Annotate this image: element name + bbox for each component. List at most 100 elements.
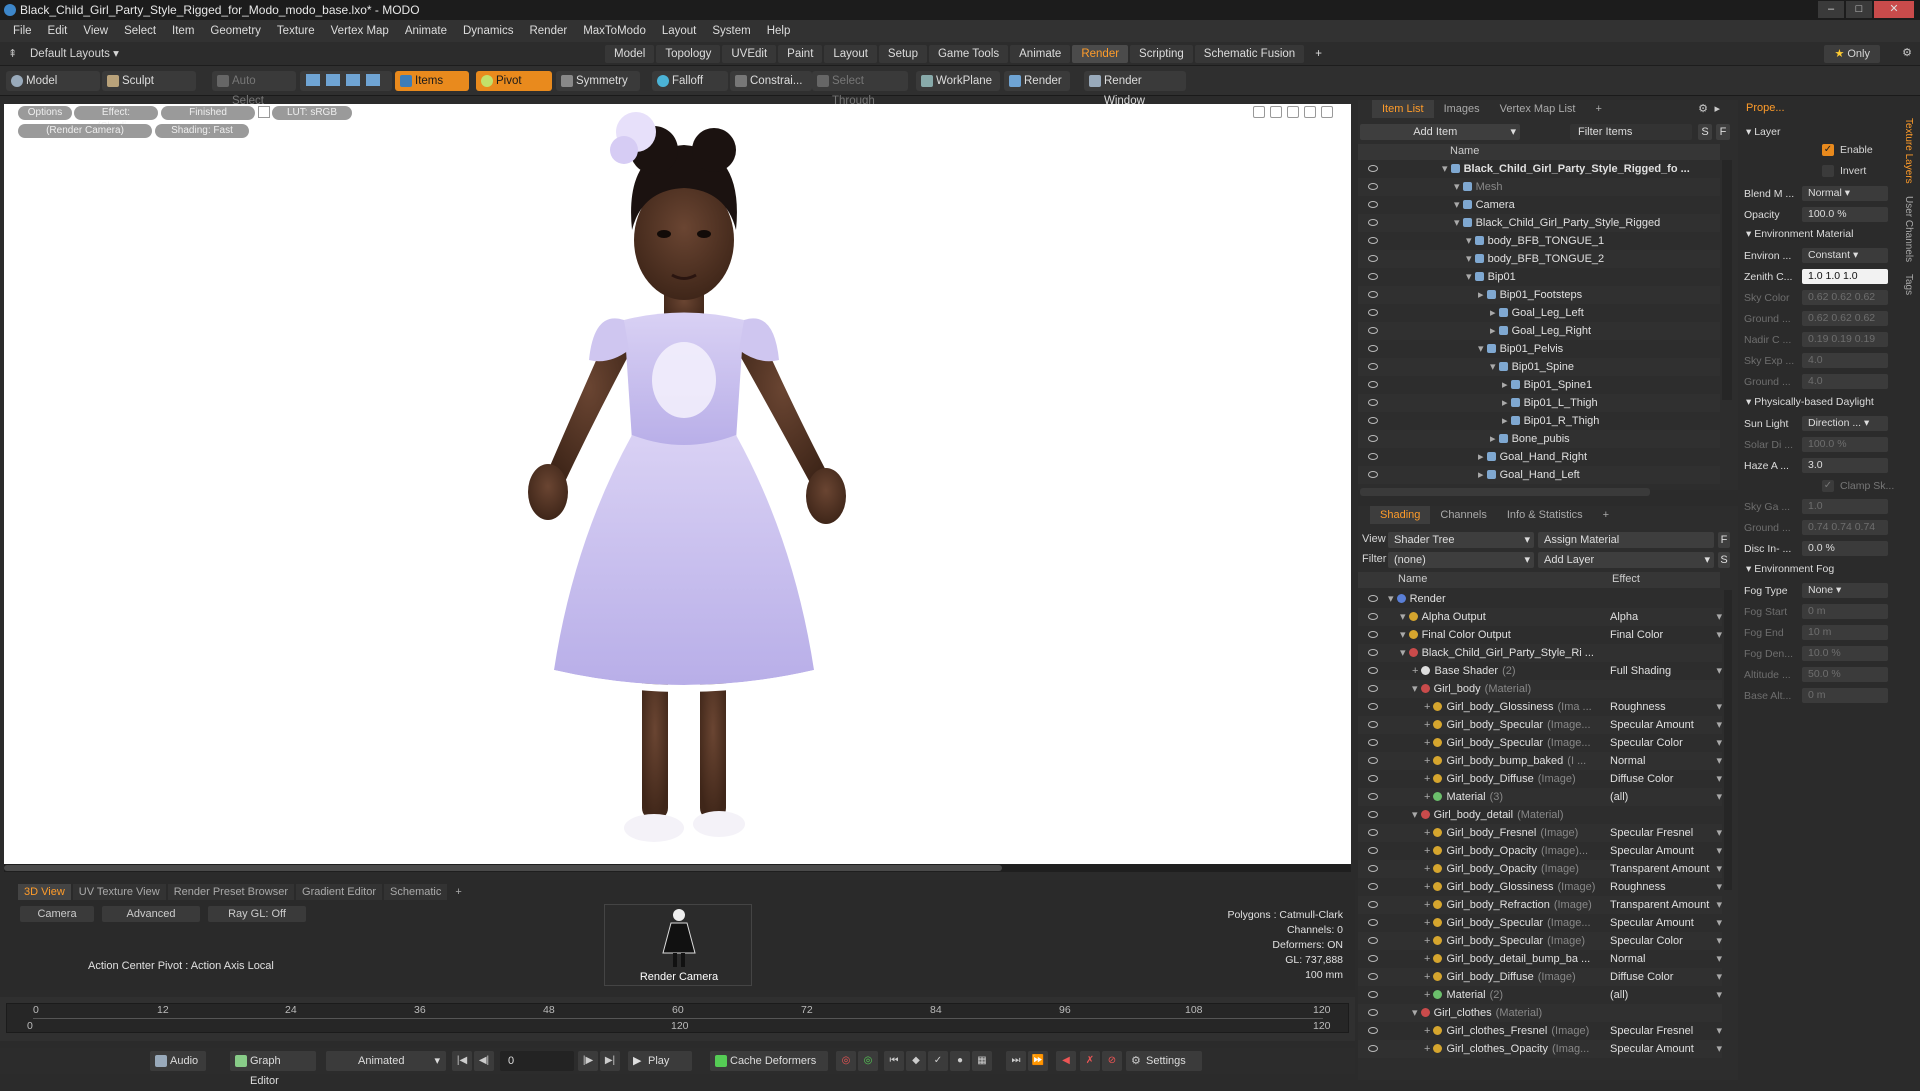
expand-arrow-icon[interactable]: + [1424, 971, 1433, 983]
model-mode-button[interactable]: Model [6, 71, 100, 91]
expand-arrow-icon[interactable]: ▸ [1490, 307, 1499, 319]
ray-gl-button[interactable]: Ray GL: Off [208, 906, 306, 922]
visibility-eye-icon[interactable] [1368, 775, 1378, 782]
edges-mode-icon[interactable] [326, 74, 340, 86]
visibility-eye-icon[interactable] [1368, 937, 1378, 944]
item-tree-row[interactable]: ▾ body_BFB_TONGUE_1 [1358, 232, 1720, 250]
viewport-scrollbar[interactable] [4, 864, 1351, 872]
visibility-eye-icon[interactable] [1368, 219, 1378, 226]
key-prev-icon[interactable]: ⏮ [884, 1051, 904, 1071]
expand-arrow-icon[interactable]: ▾ [1490, 361, 1499, 373]
visibility-eye-icon[interactable] [1368, 345, 1378, 352]
key-icon[interactable]: ◆ [906, 1051, 926, 1071]
visibility-eye-icon[interactable] [1368, 237, 1378, 244]
visibility-eye-icon[interactable] [1368, 595, 1378, 602]
shader-tree-row[interactable]: ▾ Render [1358, 590, 1722, 608]
expand-arrow-icon[interactable]: ▸ [1502, 379, 1511, 391]
filter-key-icon[interactable]: ⊘ [1102, 1051, 1122, 1071]
visibility-eye-icon[interactable] [1368, 919, 1378, 926]
layer-section-header[interactable]: ▾ Layer [1746, 126, 1780, 138]
3d-viewport[interactable]: Options Effect: (Shadi... Finished LUT: … [4, 104, 1351, 864]
item-tree-row[interactable]: ▸ Bip01_Footsteps [1358, 286, 1720, 304]
viewport-camera-button[interactable]: (Render Camera) [18, 124, 152, 138]
menu-item[interactable]: Item [165, 20, 201, 42]
effect-dropdown[interactable]: Specular Color [1610, 932, 1722, 950]
visibility-eye-icon[interactable] [1368, 649, 1378, 656]
key-all-icon[interactable]: ▦ [972, 1051, 992, 1071]
visibility-eye-icon[interactable] [1368, 793, 1378, 800]
expand-arrow-icon[interactable]: ▾ [1454, 199, 1463, 211]
ground-exponent-input[interactable]: 4.0 [1802, 374, 1888, 389]
item-tree-row[interactable]: ▸ Bip01_Spine1 [1358, 376, 1720, 394]
minimize-button[interactable]: – [1818, 1, 1844, 18]
visibility-eye-icon[interactable] [1368, 739, 1378, 746]
visibility-eye-icon[interactable] [1368, 435, 1378, 442]
shader-tree-row[interactable]: ▾ Alpha Output Alpha [1358, 608, 1722, 626]
haze-amount-input[interactable]: 3.0 [1802, 458, 1888, 473]
play-button[interactable]: ▶ Play [628, 1051, 692, 1071]
next-key-button[interactable]: |▶ [578, 1051, 598, 1071]
panel-collapse-icon[interactable]: ▸ [1714, 102, 1720, 115]
visibility-eye-icon[interactable] [1368, 453, 1378, 460]
add-tab-button[interactable]: + [1585, 100, 1611, 118]
key-next-icon[interactable]: ⏩ [1028, 1051, 1048, 1071]
expand-arrow-icon[interactable]: + [1424, 953, 1433, 965]
visibility-eye-icon[interactable] [1368, 417, 1378, 424]
maximize-button[interactable]: □ [1846, 1, 1872, 18]
shader-tree-row[interactable]: + Girl_clothes_Opacity (Imag... Specular A… [1358, 1040, 1722, 1058]
effect-dropdown[interactable]: Specular Amount [1610, 1040, 1722, 1058]
panel-settings-icon[interactable]: ⚙ [1698, 102, 1708, 115]
clear-key-icon[interactable]: ✗ [1080, 1051, 1100, 1071]
item-tree-row[interactable]: ▾ Mesh [1358, 178, 1720, 196]
visibility-eye-icon[interactable] [1368, 829, 1378, 836]
search-options-s-button[interactable]: S [1698, 124, 1712, 140]
effect-dropdown[interactable]: Normal [1610, 752, 1722, 770]
shader-tree-row[interactable]: ▾ Final Color Output Final Color [1358, 626, 1722, 644]
visibility-eye-icon[interactable] [1368, 991, 1378, 998]
default-layouts-dropdown[interactable]: Default Layouts ▾ [30, 46, 119, 60]
zenith-color-input[interactable]: 1.0 1.0 1.0 [1802, 269, 1888, 284]
tab-vertex-map-list[interactable]: Vertex Map List [1490, 100, 1586, 118]
fog-start-input[interactable]: 0 m [1802, 604, 1888, 619]
visibility-eye-icon[interactable] [1368, 685, 1378, 692]
layout-tab-model[interactable]: Model [605, 45, 655, 63]
layout-tab-render[interactable]: Render [1072, 45, 1129, 63]
visibility-eye-icon[interactable] [1368, 1027, 1378, 1034]
ground-albedo-input[interactable]: 0.74 0.74 0.74 [1802, 520, 1888, 535]
item-tree-row[interactable]: ▾ Camera [1358, 196, 1720, 214]
layout-tab-topology[interactable]: Topology [656, 45, 721, 63]
expand-arrow-icon[interactable]: ▸ [1502, 415, 1511, 427]
symmetry-button[interactable]: Symmetry [556, 71, 640, 91]
shader-tree-row[interactable]: + Girl_body_Specular (Image... Specular Am… [1358, 914, 1722, 932]
layout-tab-paint[interactable]: Paint [778, 45, 823, 63]
shader-tree-row[interactable]: + Girl_body_Glossiness (Ima ... Roughness [1358, 698, 1722, 716]
visibility-eye-icon[interactable] [1368, 165, 1378, 172]
shader-tree-row[interactable]: ▾ Black_Child_Girl_Party_Style_Ri ... [1358, 644, 1722, 662]
menu-view[interactable]: View [76, 20, 115, 42]
visibility-eye-icon[interactable] [1368, 901, 1378, 908]
maximize-viewport-icon[interactable] [1321, 106, 1333, 118]
opacity-input[interactable]: 100.0 % [1802, 207, 1888, 222]
visibility-eye-icon[interactable] [1368, 721, 1378, 728]
shader-tree-row[interactable]: + Girl_body_Refraction (Image) Transparent… [1358, 896, 1722, 914]
viewport-effect-button[interactable]: Effect: (Shadi... [74, 106, 158, 132]
visibility-eye-icon[interactable] [1368, 273, 1378, 280]
layout-tab-uvedit[interactable]: UVEdit [722, 45, 777, 63]
menu-render[interactable]: Render [522, 20, 574, 42]
shader-tree-row[interactable]: + Girl_body_Specular (Image... Specular Am… [1358, 716, 1722, 734]
go-to-start-button[interactable]: |◀ [452, 1051, 472, 1071]
visibility-eye-icon[interactable] [1368, 399, 1378, 406]
add-tab-button[interactable]: + [1593, 506, 1619, 524]
add-tab-button[interactable]: + [449, 884, 467, 900]
expand-arrow-icon[interactable]: ▾ [1400, 629, 1409, 641]
expand-arrow-icon[interactable]: ▾ [1442, 163, 1451, 175]
fog-density-input[interactable]: 10.0 % [1802, 646, 1888, 661]
go-to-end-button[interactable]: ▶| [600, 1051, 620, 1071]
pivot-mode-button[interactable]: Pivot [476, 71, 552, 91]
visibility-eye-icon[interactable] [1368, 327, 1378, 334]
expand-arrow-icon[interactable]: ▾ [1400, 647, 1409, 659]
expand-arrow-icon[interactable]: + [1424, 989, 1433, 1001]
side-tab-tags[interactable]: Tags [1903, 274, 1914, 295]
vertices-mode-icon[interactable] [306, 74, 320, 86]
visibility-eye-icon[interactable] [1368, 255, 1378, 262]
